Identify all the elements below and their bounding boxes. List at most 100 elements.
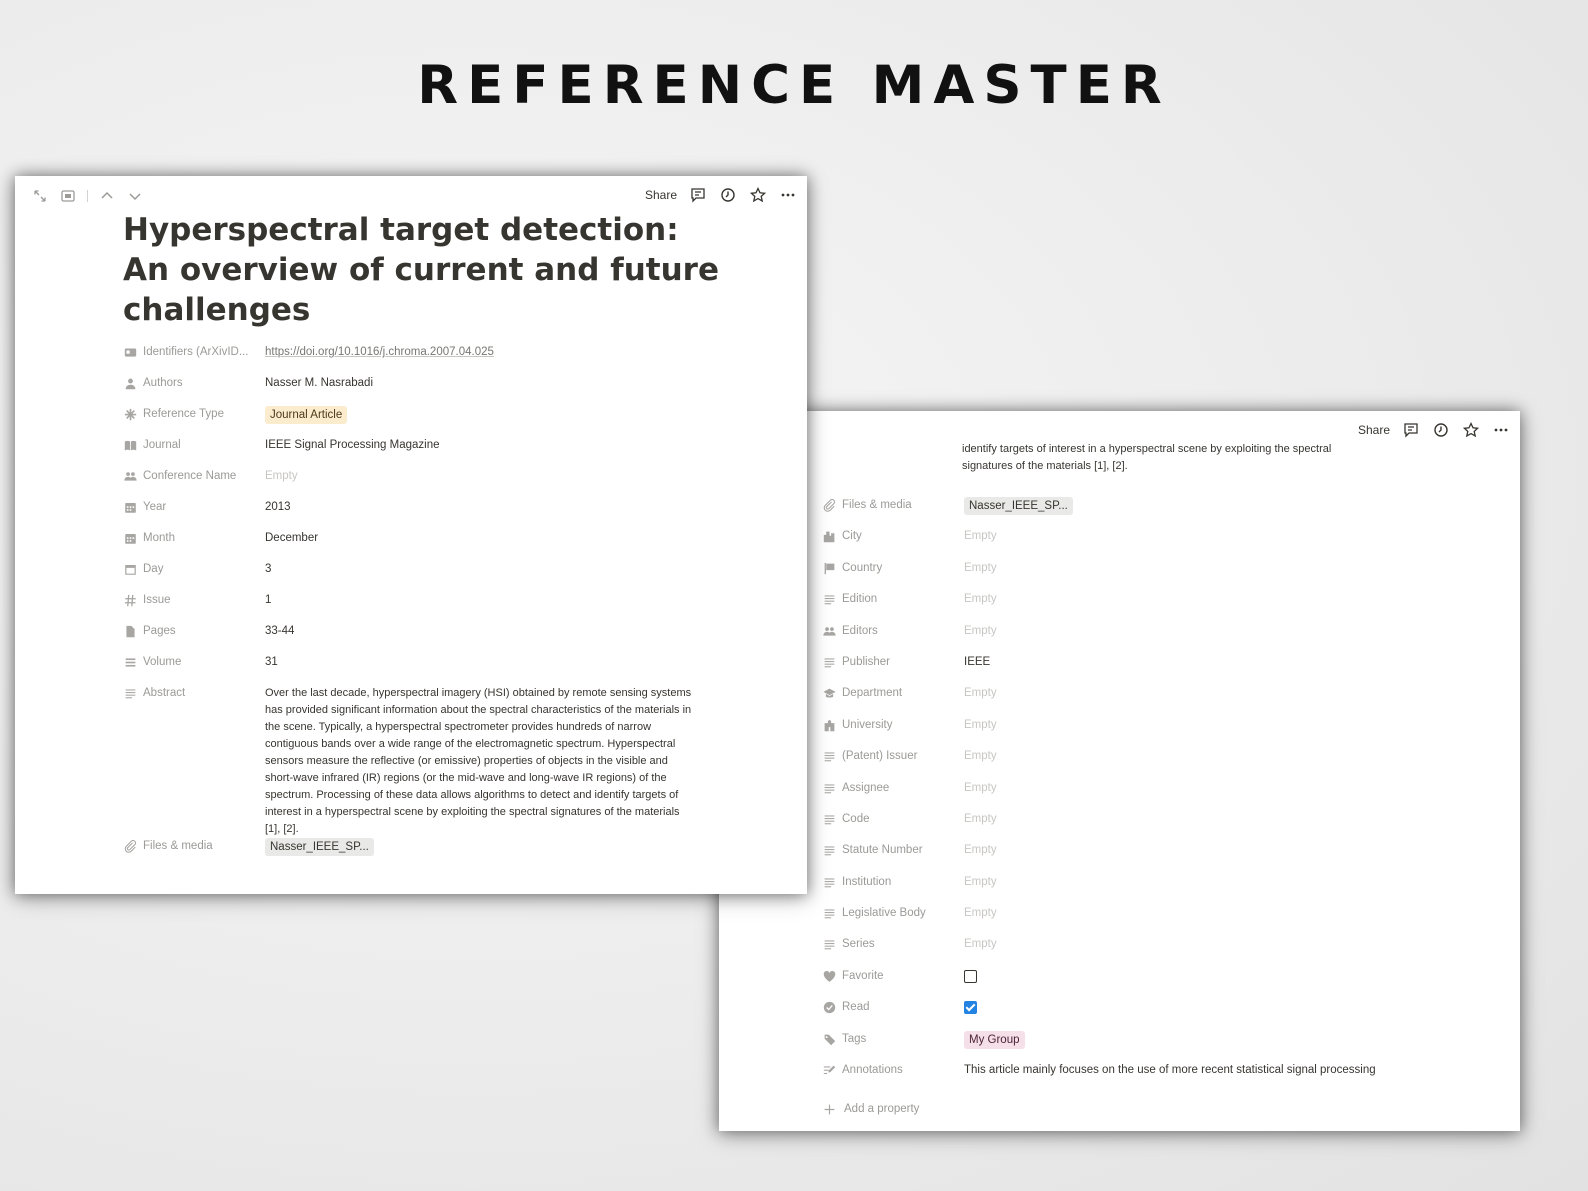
property-value-department[interactable]: Empty [964,685,997,702]
page-icon [123,625,137,639]
property-label-assignee[interactable]: Assignee [822,780,964,797]
property-value-publisher[interactable]: IEEE [964,654,990,671]
share-button[interactable]: Share [1358,423,1390,437]
property-label-patent-issuer[interactable]: (Patent) Issuer [822,748,964,765]
property-value-annotations[interactable]: This article mainly focuses on the use o… [964,1062,1376,1079]
property-value-conference-name[interactable]: Empty [265,468,298,485]
property-value-university[interactable]: Empty [964,717,997,734]
property-label-read[interactable]: Read [822,999,964,1016]
tag-chip[interactable]: Nasser_IEEE_SP... [265,838,374,856]
property-label-series[interactable]: Series [822,936,964,953]
property-label-conference-name[interactable]: Conference Name [123,468,265,485]
property-value-series[interactable]: Empty [964,936,997,953]
property-label-statute-number[interactable]: Statute Number [822,842,964,859]
property-value-volume[interactable]: 31 [265,654,278,671]
star-icon[interactable] [1462,421,1480,439]
share-button[interactable]: Share [645,188,677,202]
property-label-authors[interactable]: Authors [123,375,265,392]
property-value-legislative-body[interactable]: Empty [964,905,997,922]
property-label-month[interactable]: Month [123,530,265,547]
property-label-text: City [842,530,862,543]
checkbox[interactable] [964,1001,977,1015]
property-label-volume[interactable]: Volume [123,654,265,671]
property-label-abstract[interactable]: Abstract [123,685,265,702]
property-label-department[interactable]: Department [822,685,964,702]
property-value-issue[interactable]: 1 [265,592,271,609]
property-value-city[interactable]: Empty [964,528,997,545]
add-property-label: Add a property [844,1103,920,1116]
property-label-annotations[interactable]: Annotations [822,1062,964,1079]
property-row: Issue 1 [123,592,723,623]
property-label-pages[interactable]: Pages [123,623,265,640]
more-icon[interactable] [1492,421,1510,439]
property-label-files-media[interactable]: Files & media [822,497,964,514]
property-value-abstract[interactable]: Over the last decade, hyperspectral imag… [265,685,695,838]
annotation-icon [822,1064,836,1078]
property-label-year[interactable]: Year [123,499,265,516]
tag-chip[interactable]: Nasser_IEEE_SP... [964,497,1073,515]
property-label-university[interactable]: University [822,717,964,734]
property-label-issue[interactable]: Issue [123,592,265,609]
property-label-text: Day [143,563,164,575]
property-value-read[interactable] [964,999,977,1020]
property-value-journal[interactable]: IEEE Signal Processing Magazine [265,437,440,454]
property-value-year[interactable]: 2013 [265,499,291,516]
hash-icon [123,594,137,608]
star-icon[interactable] [749,186,767,204]
property-label-editors[interactable]: Editors [822,623,964,640]
comment-icon[interactable] [689,186,707,204]
comment-icon[interactable] [1402,421,1420,439]
property-value-edition[interactable]: Empty [964,591,997,608]
property-value-authors[interactable]: Nasser M. Nasrabadi [265,375,373,392]
paperclip-icon [123,840,137,854]
tag-chip[interactable]: My Group [964,1030,1025,1049]
checkbox[interactable] [964,969,977,983]
property-row: Read [822,999,1502,1030]
clock-icon[interactable] [1432,421,1450,439]
property-row: Legislative Body Empty [822,905,1502,936]
property-row: (Patent) Issuer Empty [822,748,1502,779]
property-value-patent-issuer[interactable]: Empty [964,748,997,765]
property-label-reference-type[interactable]: Reference Type [123,406,265,423]
property-value-favorite[interactable] [964,968,977,989]
property-label-text: Statute Number [842,844,923,857]
property-value-statute-number[interactable]: Empty [964,842,997,859]
property-label-favorite[interactable]: Favorite [822,968,964,985]
property-value-files-media[interactable]: Nasser_IEEE_SP... [964,497,1073,515]
property-value-country[interactable]: Empty [964,560,997,577]
property-value-day[interactable]: 3 [265,561,271,578]
property-label-city[interactable]: City [822,528,964,545]
property-label-identifiers-arxivid[interactable]: Identifiers (ArXivID... [123,344,265,361]
property-value-pages[interactable]: 33-44 [265,623,294,640]
property-label-edition[interactable]: Edition [822,591,964,608]
chevron-up-icon[interactable] [98,187,116,205]
property-label-tags[interactable]: Tags [822,1031,964,1048]
property-label-publisher[interactable]: Publisher [822,654,964,671]
property-value-tags[interactable]: My Group [964,1030,1025,1049]
property-value-code[interactable]: Empty [964,811,997,828]
property-label-code[interactable]: Code [822,811,964,828]
property-label-legislative-body[interactable]: Legislative Body [822,905,964,922]
property-value-institution[interactable]: Empty [964,874,997,891]
property-label-day[interactable]: Day [123,561,265,578]
property-value-assignee[interactable]: Empty [964,780,997,797]
property-row: Annotations This article mainly focuses o… [822,1062,1502,1093]
property-label-journal[interactable]: Journal [123,437,265,454]
property-label-country[interactable]: Country [822,560,964,577]
property-label-institution[interactable]: Institution [822,874,964,891]
tag-chip[interactable]: Journal Article [265,406,348,424]
property-value-editors[interactable]: Empty [964,623,997,640]
property-value-month[interactable]: December [265,530,318,547]
property-label-text: Legislative Body [842,907,926,920]
property-value-files-media[interactable]: Nasser_IEEE_SP... [265,838,374,856]
page-title[interactable]: Hyperspectral target detection: An overv… [123,210,723,330]
clock-icon[interactable] [719,186,737,204]
property-value-reference-type[interactable]: Journal Article [265,406,348,424]
add-property-button[interactable]: Add a property [822,1093,1502,1124]
more-icon[interactable] [779,186,797,204]
expand-icon[interactable] [31,187,49,205]
side-peek-icon[interactable] [59,187,77,205]
property-value-identifiers-arxivid[interactable]: https://doi.org/10.1016/j.chroma.2007.04… [265,344,494,361]
property-label-files-media[interactable]: Files & media [123,838,265,855]
chevron-down-icon[interactable] [126,187,144,205]
